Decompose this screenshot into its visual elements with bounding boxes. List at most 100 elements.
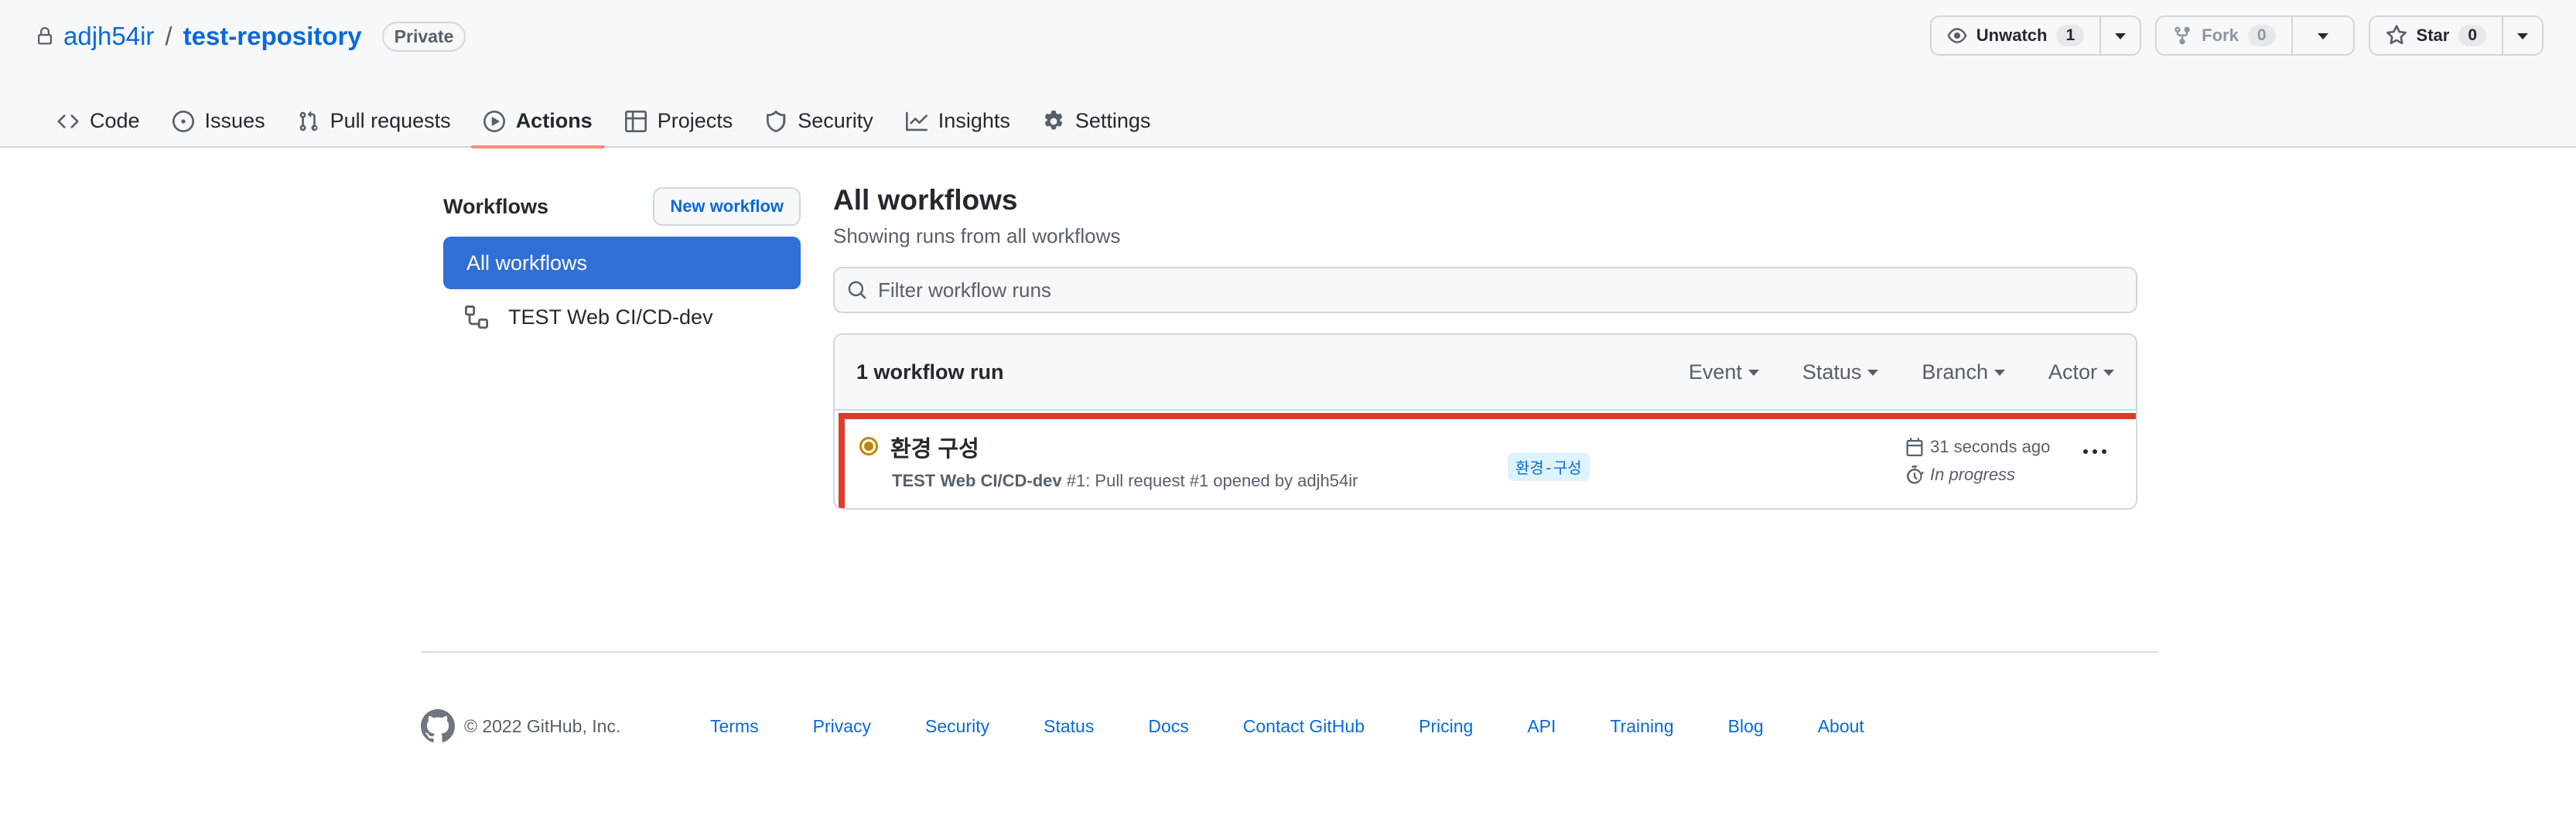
tab-actions-label: Actions <box>515 109 593 132</box>
eye-icon <box>1947 26 1967 46</box>
workflow-runs-list: 1 workflow run Event Status Branch Actor <box>833 333 2137 510</box>
star-icon <box>2386 25 2407 46</box>
fork-dropdown-button[interactable] <box>2291 17 2353 54</box>
tab-settings-label: Settings <box>1074 109 1151 132</box>
footer-link-contact[interactable]: Contact GitHub <box>1243 716 1365 737</box>
event-filter-dropdown[interactable]: Event <box>1689 360 1759 384</box>
event-filter-label: Event <box>1688 360 1742 384</box>
runs-count: 1 workflow run <box>856 360 1004 384</box>
star-dropdown-button[interactable] <box>2502 17 2542 54</box>
highlight-box <box>839 413 2136 508</box>
branch-filter-label: Branch <box>1922 360 1988 384</box>
fork-button-group: Fork 0 <box>2155 15 2355 56</box>
tab-security[interactable]: Security <box>753 94 886 148</box>
run-meta: TEST Web CI/CD-dev #1: Pull request #1 o… <box>892 471 1358 491</box>
workflow-run-row[interactable]: 환경 구성 TEST Web CI/CD-dev #1: Pull reques… <box>835 411 2136 508</box>
fork-counter: 0 <box>2247 25 2276 46</box>
sidebar-title: Workflows <box>443 194 549 218</box>
run-duration: In progress <box>1905 465 2015 485</box>
star-label: Star <box>2416 26 2450 45</box>
footer-link-status[interactable]: Status <box>1044 716 1094 737</box>
status-filter-dropdown[interactable]: Status <box>1802 360 1879 384</box>
footer-link-terms[interactable]: Terms <box>710 716 759 737</box>
tab-security-label: Security <box>798 109 873 132</box>
triangle-down-icon <box>2103 370 2114 376</box>
footer-link-security[interactable]: Security <box>925 716 989 737</box>
fork-label: Fork <box>2202 26 2239 45</box>
tab-actions[interactable]: Actions <box>470 94 605 148</box>
branch-filter-dropdown[interactable]: Branch <box>1922 360 2005 384</box>
main-content: All workflows Showing runs from all work… <box>833 184 2137 510</box>
footer-link-docs[interactable]: Docs <box>1148 716 1188 737</box>
repo-header: adjh54ir / test-repository Private Unwat… <box>0 0 2576 148</box>
footer-link-blog[interactable]: Blog <box>1728 716 1764 737</box>
repo-owner-link[interactable]: adjh54ir <box>63 22 154 51</box>
unwatch-label: Unwatch <box>1976 26 2048 45</box>
tab-insights[interactable]: Insights <box>893 94 1023 148</box>
triangle-down-icon <box>1748 370 1759 376</box>
footer-link-api[interactable]: API <box>1527 716 1556 737</box>
filter-runs-box <box>833 267 2137 313</box>
tab-code-label: Code <box>90 109 140 132</box>
page-subtitle: Showing runs from all workflows <box>833 224 1121 247</box>
watch-counter: 1 <box>2056 25 2085 46</box>
run-duration-text: In progress <box>1930 465 2016 484</box>
tab-projects-label: Projects <box>657 109 733 132</box>
footer-copyright: © 2022 GitHub, Inc. <box>464 715 621 736</box>
watch-dropdown-button[interactable] <box>2099 17 2140 54</box>
visibility-badge: Private <box>381 21 466 52</box>
fork-icon <box>2172 26 2192 46</box>
repo-actions: Unwatch 1 Fork 0 Star 0 <box>1929 15 2544 56</box>
new-workflow-button[interactable]: New workflow <box>653 187 801 226</box>
site-footer: © 2022 GitHub, Inc. Terms Privacy Securi… <box>421 651 2158 742</box>
tab-issues-label: Issues <box>204 109 265 132</box>
table-icon <box>624 110 647 132</box>
tab-insights-label: Insights <box>938 109 1010 132</box>
calendar-icon <box>1905 438 1924 456</box>
footer-link-about[interactable]: About <box>1818 716 1864 737</box>
graph-icon <box>905 111 928 132</box>
star-button-group: Star 0 <box>2368 15 2544 56</box>
filter-runs-input[interactable] <box>878 278 2038 302</box>
search-icon <box>847 280 867 300</box>
triangle-down-icon <box>1867 370 1879 376</box>
footer-link-training[interactable]: Training <box>1610 716 1673 737</box>
star-button[interactable]: Star 0 <box>2370 17 2502 54</box>
sidebar-item-label: TEST Web CI/CD-dev <box>508 305 713 329</box>
sidebar-item-all-workflows[interactable]: All workflows <box>443 237 801 289</box>
tab-pull-requests-label: Pull requests <box>330 109 451 132</box>
tab-code[interactable]: Code <box>45 94 152 148</box>
tab-pull-requests[interactable]: Pull requests <box>285 94 463 148</box>
tab-issues[interactable]: Issues <box>160 94 278 148</box>
triangle-down-icon <box>2517 33 2528 39</box>
footer-row: © 2022 GitHub, Inc. Terms Privacy Securi… <box>421 708 1864 744</box>
fork-button[interactable]: Fork 0 <box>2157 17 2291 54</box>
tab-projects[interactable]: Projects <box>613 94 746 148</box>
footer-link-pricing[interactable]: Pricing <box>1419 716 1473 737</box>
kebab-horizontal-icon[interactable] <box>2083 449 2106 454</box>
tab-settings[interactable]: Settings <box>1030 94 1163 148</box>
repo-tabs: Code Issues Pull requests Actions Projec… <box>45 94 1163 148</box>
repo-separator: / <box>165 22 173 50</box>
sidebar-header: Workflows New workflow <box>443 186 801 227</box>
run-time-text: 31 seconds ago <box>1930 437 2051 456</box>
unwatch-button[interactable]: Unwatch 1 <box>1932 17 2099 54</box>
repo-name-link[interactable]: test-repository <box>183 22 362 51</box>
runs-list-header: 1 workflow run Event Status Branch Actor <box>835 335 2136 411</box>
run-title-link[interactable]: 환경 구성 <box>890 431 979 463</box>
triangle-down-icon <box>2115 33 2127 39</box>
issue-opened-icon <box>172 110 194 132</box>
run-timestamp: 31 seconds ago <box>1905 437 2050 457</box>
branch-label[interactable]: 환경-구성 <box>1508 452 1590 481</box>
page-title: All workflows <box>833 184 1018 216</box>
triangle-down-icon <box>2317 33 2328 39</box>
github-mark-icon[interactable] <box>421 709 455 743</box>
in-progress-status-icon <box>859 437 878 455</box>
watch-button-group: Unwatch 1 <box>1929 15 2142 56</box>
git-pull-request-icon <box>298 111 319 132</box>
footer-link-privacy[interactable]: Privacy <box>813 716 871 737</box>
actor-filter-label: Actor <box>2048 360 2097 384</box>
sidebar-item-workflow[interactable]: TEST Web CI/CD-dev <box>443 289 801 345</box>
gear-icon <box>1043 110 1064 132</box>
actor-filter-dropdown[interactable]: Actor <box>2048 360 2114 384</box>
